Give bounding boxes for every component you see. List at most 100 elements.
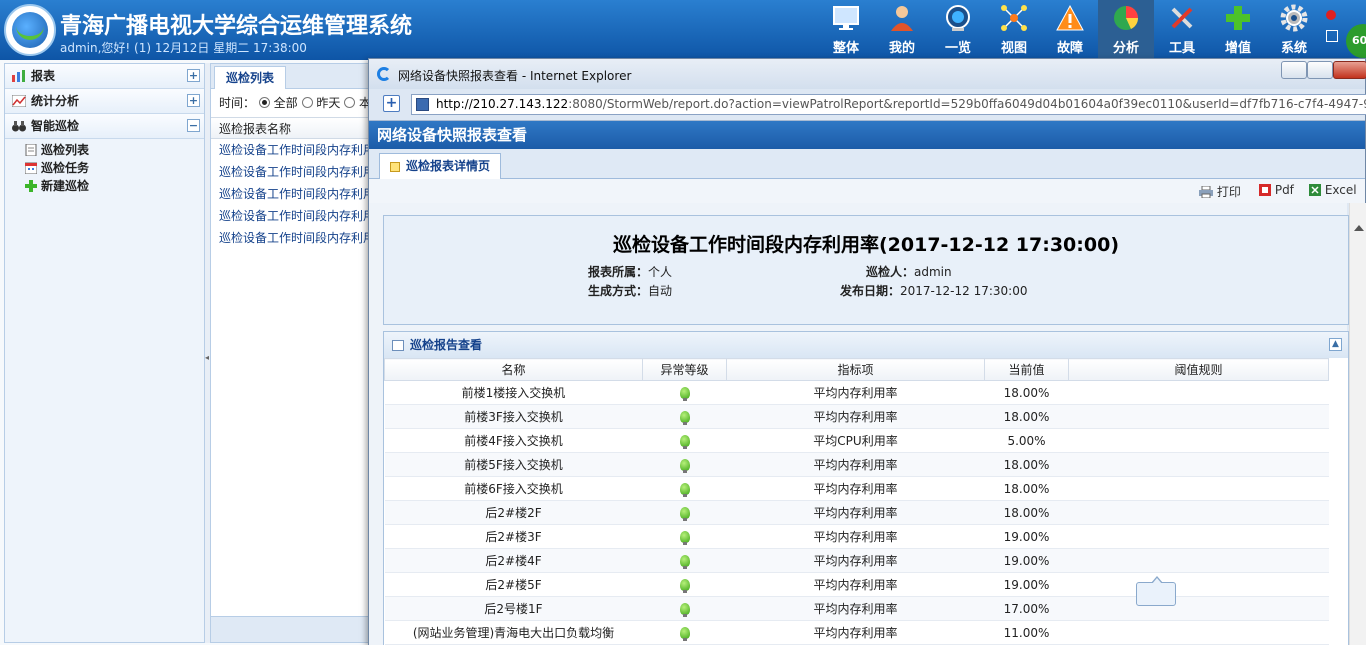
cell-level	[642, 476, 727, 501]
sidebar-item-new-inspection[interactable]: 新建巡检	[25, 177, 204, 195]
status-bulb-icon	[679, 627, 690, 641]
cell-name: 后2#楼2F	[384, 500, 643, 525]
col-header-level[interactable]: 异常等级	[642, 358, 727, 381]
list-item[interactable]: 巡检设备工作时间段内存利用率	[211, 227, 374, 249]
column-header-name[interactable]: 巡检报表名称	[211, 117, 374, 139]
table-row[interactable]: 后2#楼5F 平均内存利用率 19.00%	[384, 572, 1329, 597]
user-info: admin,您好! (1) 12月12日 星期二 17:38:00	[60, 41, 307, 55]
window-titlebar[interactable]: 网络设备快照报表查看 - Internet Explorer	[369, 59, 1366, 89]
sidebar-section-statistics[interactable]: 统计分析 +	[5, 89, 204, 114]
collapse-icon[interactable]: −	[187, 119, 200, 132]
expand-icon[interactable]: +	[187, 69, 200, 82]
list-item[interactable]: 巡检设备工作时间段内存利用率	[211, 161, 374, 183]
tab-inspection-list[interactable]: 巡检列表	[214, 66, 286, 89]
report-header: 巡检设备工作时间段内存利用率(2017-12-12 17:30:00) 报表所属…	[383, 215, 1349, 325]
sidebar-section-reports[interactable]: 报表 +	[5, 64, 204, 89]
tab-report-detail[interactable]: 巡检报表详情页	[379, 153, 501, 179]
col-header-threshold[interactable]: 阈值规则	[1068, 358, 1329, 381]
sidebar-item-inspection-list[interactable]: 巡检列表	[25, 141, 204, 159]
cell-metric: 平均CPU利用率	[726, 428, 985, 453]
table-row[interactable]: 后2#楼2F 平均内存利用率 18.00%	[384, 500, 1329, 525]
url-field[interactable]: http://210.27.143.122:8080/StormWeb/repo…	[411, 94, 1366, 115]
status-bulb-icon	[679, 603, 690, 617]
cell-threshold	[1068, 380, 1329, 405]
col-header-name[interactable]: 名称	[384, 358, 643, 381]
table-row[interactable]: (网站业务管理)青海电大出口负载均衡 平均内存利用率 11.00%	[384, 620, 1329, 645]
cell-name: 前楼1楼接入交换机	[384, 380, 643, 405]
cell-level	[642, 404, 727, 429]
ie-icon	[377, 67, 391, 81]
table-row[interactable]: 后2号楼1F 平均内存利用率 17.00%	[384, 596, 1329, 621]
report-content: 巡检设备工作时间段内存利用率(2017-12-12 17:30:00) 报表所属…	[369, 203, 1349, 645]
cell-threshold	[1068, 404, 1329, 429]
nav-value-added[interactable]: 增值	[1210, 0, 1266, 60]
alarm-icon[interactable]	[1326, 10, 1336, 20]
radio-all[interactable]	[258, 97, 270, 108]
cell-level	[642, 572, 727, 597]
document-icon	[25, 144, 37, 156]
nav-fault[interactable]: 故障	[1042, 0, 1098, 60]
vertical-scrollbar[interactable]	[1349, 203, 1366, 645]
cell-level	[642, 548, 727, 573]
overview-icon	[946, 5, 970, 31]
report-generation: 生成方式：自动	[588, 284, 673, 298]
bar-chart-icon	[12, 70, 25, 82]
cell-threshold	[1068, 500, 1329, 525]
table-row[interactable]: 前楼1楼接入交换机 平均内存利用率 18.00%	[384, 380, 1329, 405]
pdf-button[interactable]: Pdf	[1259, 183, 1294, 197]
minimize-button[interactable]	[1281, 61, 1307, 79]
excel-button[interactable]: Excel	[1309, 183, 1357, 197]
back-icon[interactable]: +	[383, 95, 400, 112]
col-header-value[interactable]: 当前值	[984, 358, 1069, 381]
cell-value: 18.00%	[984, 500, 1069, 525]
report-toolbar: 打印 Pdf Excel	[369, 179, 1365, 203]
exit-icon[interactable]	[1326, 30, 1338, 42]
nav-system[interactable]: 系统	[1266, 0, 1322, 60]
scroll-up-icon[interactable]	[1354, 225, 1364, 231]
inspection-list-panel: 巡检列表 时间： 全部 昨天 本 巡检报表名称 巡检设备工作时间段内存利用率 巡…	[210, 63, 375, 643]
cell-value: 18.00%	[984, 404, 1069, 429]
nav-analysis[interactable]: 分析	[1098, 0, 1154, 60]
radio-yesterday[interactable]	[301, 97, 313, 108]
window-title: 网络设备快照报表查看 - Internet Explorer	[398, 69, 632, 83]
pager-bar	[211, 616, 374, 642]
nav-tools[interactable]: 工具	[1154, 0, 1210, 60]
app-title: 青海广播电视大学综合运维管理系统	[60, 14, 413, 39]
expand-icon[interactable]: +	[187, 94, 200, 107]
table-row[interactable]: 后2#楼3F 平均内存利用率 19.00%	[384, 524, 1329, 549]
nav-view[interactable]: 视图	[986, 0, 1042, 60]
maximize-button[interactable]	[1307, 61, 1333, 79]
table-row[interactable]: 前楼4F接入交换机 平均CPU利用率 5.00%	[384, 428, 1329, 453]
sidebar-subitems: 巡检列表 巡检任务 新建巡检	[5, 139, 204, 199]
cell-metric: 平均内存利用率	[726, 476, 985, 501]
cell-threshold	[1068, 548, 1329, 573]
list-item[interactable]: 巡检设备工作时间段内存利用率	[211, 205, 374, 227]
table-row[interactable]: 前楼6F接入交换机 平均内存利用率 18.00%	[384, 476, 1329, 501]
nav-mine[interactable]: 我的	[874, 0, 930, 60]
cell-name: 前楼3F接入交换机	[384, 404, 643, 429]
list-item[interactable]: 巡检设备工作时间段内存利用率	[211, 139, 374, 161]
radio-this[interactable]	[344, 97, 356, 108]
cell-name: 后2#楼5F	[384, 572, 643, 597]
status-bulb-icon	[679, 483, 690, 497]
close-button[interactable]	[1333, 61, 1366, 79]
cell-level	[642, 380, 727, 405]
user-icon	[891, 6, 913, 31]
print-button[interactable]: 打印	[1199, 183, 1241, 200]
sidebar-section-smart-inspection[interactable]: 智能巡检 −	[5, 114, 204, 139]
topology-icon	[1001, 5, 1027, 31]
list-item[interactable]: 巡检设备工作时间段内存利用率	[211, 183, 374, 205]
table-icon	[392, 340, 404, 351]
col-header-metric[interactable]: 指标项	[726, 358, 985, 381]
header-actions: 60	[1322, 4, 1366, 60]
collapse-icon[interactable]: ▲	[1329, 338, 1342, 351]
line-chart-icon	[12, 95, 26, 107]
table-row[interactable]: 前楼3F接入交换机 平均内存利用率 18.00%	[384, 404, 1329, 429]
table-row[interactable]: 后2#楼4F 平均内存利用率 19.00%	[384, 548, 1329, 573]
cell-metric: 平均内存利用率	[726, 404, 985, 429]
nav-overall[interactable]: 整体	[818, 0, 874, 60]
table-row[interactable]: 前楼5F接入交换机 平均内存利用率 18.00%	[384, 452, 1329, 477]
cell-level	[642, 452, 727, 477]
sidebar-item-inspection-task[interactable]: 巡检任务	[25, 159, 204, 177]
nav-list[interactable]: 一览	[930, 0, 986, 60]
